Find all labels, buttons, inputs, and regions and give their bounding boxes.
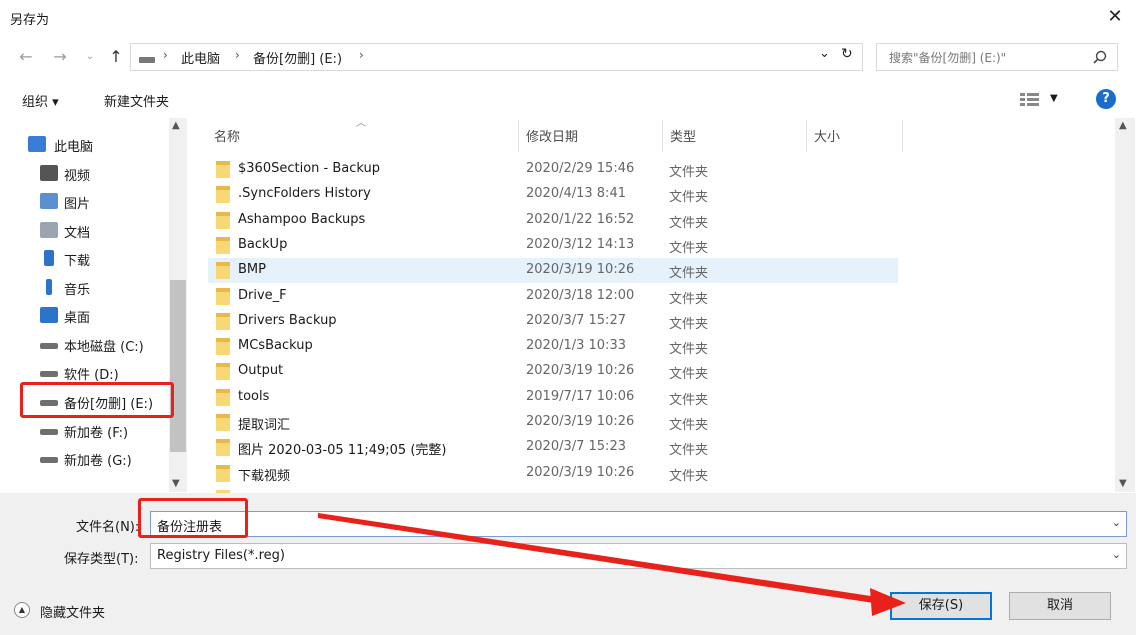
annotation-arrow xyxy=(318,513,906,616)
